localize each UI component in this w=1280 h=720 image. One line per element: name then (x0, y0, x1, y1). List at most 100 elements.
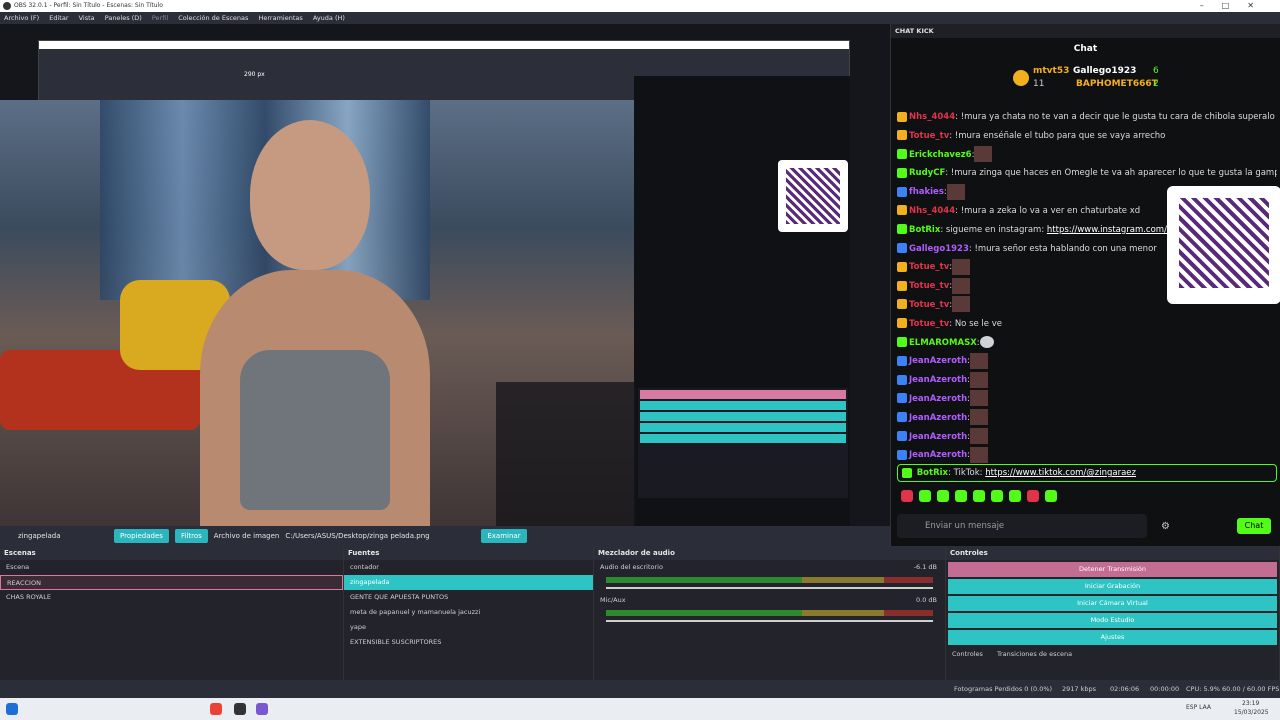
stop-stream-button[interactable]: Detener Transmisión (948, 562, 1277, 577)
scene-item-selected[interactable]: REACCION (0, 575, 343, 590)
menu-editar[interactable]: Editar (45, 12, 72, 24)
emote-icon[interactable] (1009, 490, 1021, 502)
chat-message: JeanAzeroth: (897, 409, 1277, 428)
leader-1-count: 11 (1033, 79, 1045, 89)
tab-controls[interactable]: Controles (952, 650, 983, 658)
emote-icon[interactable] (937, 490, 949, 502)
image-path-field[interactable]: C:/Users/ASUS/Desktop/zinga pelada.png (285, 532, 475, 540)
chat-username[interactable]: RudyCF (909, 168, 945, 178)
scene-item[interactable]: Escena (0, 560, 343, 575)
start-recording-button[interactable]: Iniciar Grabación (948, 579, 1277, 594)
chat-username[interactable]: JeanAzeroth (909, 450, 967, 460)
chat-username[interactable]: Gallego1923 (909, 244, 969, 254)
chat-emote-icon (979, 336, 994, 349)
chat-username[interactable]: Totue_tv (909, 281, 949, 291)
chat-emote-icon (952, 277, 971, 294)
chat-username[interactable]: Erickchavez6 (909, 150, 972, 160)
chat-emote-icon (970, 390, 989, 407)
chat-text: : !mura enséñale el tubo para que se vay… (949, 130, 1166, 141)
source-item[interactable]: meta de papanuel y mamanuela jacuzzi (344, 605, 593, 620)
chat-username[interactable]: Nhs_4044 (909, 206, 955, 216)
emote-icon[interactable] (955, 490, 967, 502)
volume-slider[interactable] (606, 587, 933, 589)
leader-2-name: Gallego1923 (1073, 66, 1137, 76)
emote-bar (901, 490, 1057, 504)
source-item-selected[interactable]: zingapelada (344, 575, 593, 590)
chat-emote-icon (970, 409, 989, 426)
emote-icon[interactable] (973, 490, 985, 502)
person-head (250, 120, 370, 270)
leader-2-count: 6 (1153, 66, 1159, 76)
emote-icon[interactable] (1027, 490, 1039, 502)
language-indicator[interactable]: ESP LAA (1186, 704, 1211, 711)
chat-emote-icon (970, 352, 989, 369)
emote-icon[interactable] (919, 490, 931, 502)
menu-herramientas[interactable]: Herramientas (254, 12, 306, 24)
studio-mode-button[interactable]: Modo Estudio (948, 613, 1277, 628)
user-badge-icon (897, 449, 907, 460)
emote-icon[interactable] (901, 490, 913, 502)
chat-username[interactable]: ELMAROMASX (909, 338, 977, 348)
settings-gear-icon[interactable]: ⚙ (1161, 521, 1170, 532)
filters-button[interactable]: Filtros (174, 529, 208, 543)
user-badge-icon (897, 299, 907, 310)
browse-button[interactable]: Examinar (481, 529, 527, 543)
menu-paneles[interactable]: Paneles (D) (101, 12, 146, 24)
chat-username[interactable]: JeanAzeroth (909, 394, 967, 404)
emote-icon[interactable] (1045, 490, 1057, 502)
pinned-user[interactable]: BotRix (917, 468, 948, 478)
chat-message-input[interactable]: Enviar un mensaje (897, 514, 1147, 538)
pinned-link[interactable]: https://www.tiktok.com/@zingaraez (985, 468, 1136, 478)
menu-perfil[interactable]: Perfil (148, 12, 172, 24)
scene-item[interactable]: CHAS ROYALE (0, 590, 343, 605)
dropped-frames: Fotogramas Perdidos 0 (0.0%) (954, 685, 1053, 693)
chat-username[interactable]: JeanAzeroth (909, 356, 967, 366)
chat-username[interactable]: Totue_tv (909, 131, 949, 141)
user-badge-icon (897, 130, 907, 141)
scenes-dock: Escenas Escena REACCION CHAS ROYALE (0, 546, 344, 698)
app-taskbar-icon[interactable] (256, 703, 268, 715)
scene-preview[interactable]: 290 px (0, 24, 890, 526)
chat-message: JeanAzeroth: (897, 428, 1277, 447)
properties-button[interactable]: Propiedades (114, 529, 169, 543)
chat-username[interactable]: Totue_tv (909, 300, 949, 310)
chat-username[interactable]: Totue_tv (909, 319, 949, 329)
source-item[interactable]: GENTE QUE APUESTA PUNTOS (344, 590, 593, 605)
menu-ayuda[interactable]: Ayuda (H) (309, 12, 349, 24)
controls-title: Controles (946, 546, 1279, 560)
chat-username[interactable]: fhakies (909, 187, 944, 197)
chat-username[interactable]: BotRix (909, 225, 940, 235)
chat-username[interactable]: Totue_tv (909, 262, 949, 272)
obs-taskbar-icon[interactable] (234, 703, 246, 715)
window-controls[interactable]: –□✕ (1200, 0, 1272, 12)
menu-archivo[interactable]: Archivo (F) (0, 12, 43, 24)
chat-message: RudyCF: !mura zinga que haces en Omegle … (897, 164, 1277, 183)
chat-text: : !mura zinga que haces en Omegle te va … (945, 168, 1277, 179)
settings-button[interactable]: Ajustes (948, 630, 1277, 645)
menu-vista[interactable]: Vista (75, 12, 99, 24)
browser-icon[interactable] (210, 703, 222, 715)
chat-message: Nhs_4044: !mura ya chata no te van a dec… (897, 108, 1277, 127)
source-item[interactable]: yape (344, 620, 593, 635)
source-item[interactable]: EXTENSIBLE SUSCRIPTORES (344, 635, 593, 650)
tab-transitions[interactable]: Transiciones de escena (997, 650, 1072, 658)
windows-start-icon[interactable] (6, 703, 18, 715)
chat-link[interactable]: https://www.instagram.com/zir (1047, 225, 1177, 235)
clock-time: 23:19 (1242, 700, 1260, 707)
menu-coleccion[interactable]: Colección de Escenas (174, 12, 252, 24)
emote-icon[interactable] (991, 490, 1003, 502)
start-virtual-camera-button[interactable]: Iniciar Cámara Virtual (948, 596, 1277, 611)
record-time: 00:00:00 (1150, 685, 1180, 693)
volume-slider[interactable] (606, 620, 933, 622)
bottom-docks: Escenas Escena REACCION CHAS ROYALE Fuen… (0, 546, 1280, 698)
chat-username[interactable]: JeanAzeroth (909, 413, 967, 423)
chat-username[interactable]: Nhs_4044 (909, 112, 955, 122)
send-chat-button[interactable]: Chat (1237, 518, 1271, 534)
chat-dock-title: CHAT KICK (891, 24, 1280, 38)
chat-username[interactable]: JeanAzeroth (909, 432, 967, 442)
nested-controls-capture (638, 388, 848, 498)
chat-username[interactable]: JeanAzeroth (909, 375, 967, 385)
user-badge-icon (897, 261, 907, 272)
audio-meter (606, 577, 933, 583)
source-item[interactable]: contador (344, 560, 593, 575)
